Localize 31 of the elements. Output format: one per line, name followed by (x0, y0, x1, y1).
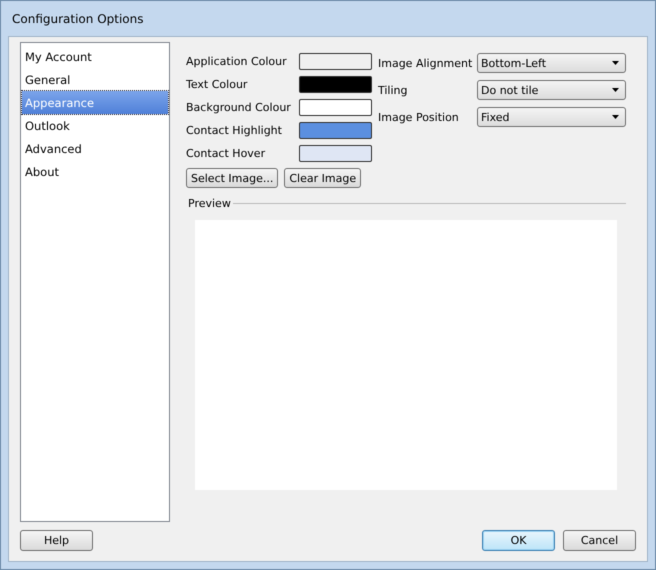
category-item[interactable]: About (22, 160, 168, 183)
image-button[interactable]: Clear Image (284, 168, 362, 188)
caret-icon (612, 61, 619, 65)
option-label: Tiling (378, 84, 409, 96)
dialog-button[interactable]: Cancel (563, 530, 636, 551)
caret-icon (612, 88, 619, 92)
colour-swatch[interactable] (299, 122, 372, 139)
image-button[interactable]: Select Image... (186, 168, 278, 188)
dialog-button[interactable]: OK (482, 530, 555, 551)
colour-label: Application Colour (186, 55, 288, 68)
colour-label: Background Colour (186, 101, 292, 114)
colour-swatch[interactable] (299, 76, 372, 93)
window-title: Configuration Options (11, 10, 144, 28)
category-item[interactable]: Outlook (22, 114, 168, 137)
colour-label: Text Colour (186, 78, 248, 91)
colour-label: Contact Highlight (186, 124, 283, 137)
option-dropdown[interactable]: Do not tile (477, 80, 626, 100)
option-dropdown[interactable]: Fixed (477, 107, 626, 127)
category-item[interactable]: General (22, 68, 168, 91)
option-dropdown[interactable]: Bottom-Left (477, 53, 626, 73)
preview-label: Preview (187, 197, 231, 210)
category-item[interactable]: My Account (22, 45, 168, 68)
help-button[interactable]: Help (20, 530, 93, 551)
caret-icon (612, 115, 619, 119)
colour-swatch[interactable] (299, 99, 372, 116)
category-item[interactable]: Advanced (22, 137, 168, 160)
colour-label: Contact Hover (186, 147, 266, 160)
option-label: Image Position (378, 110, 460, 124)
colour-swatch[interactable] (299, 53, 372, 70)
colour-swatch[interactable] (299, 145, 372, 162)
option-label: Image Alignment (378, 56, 474, 70)
